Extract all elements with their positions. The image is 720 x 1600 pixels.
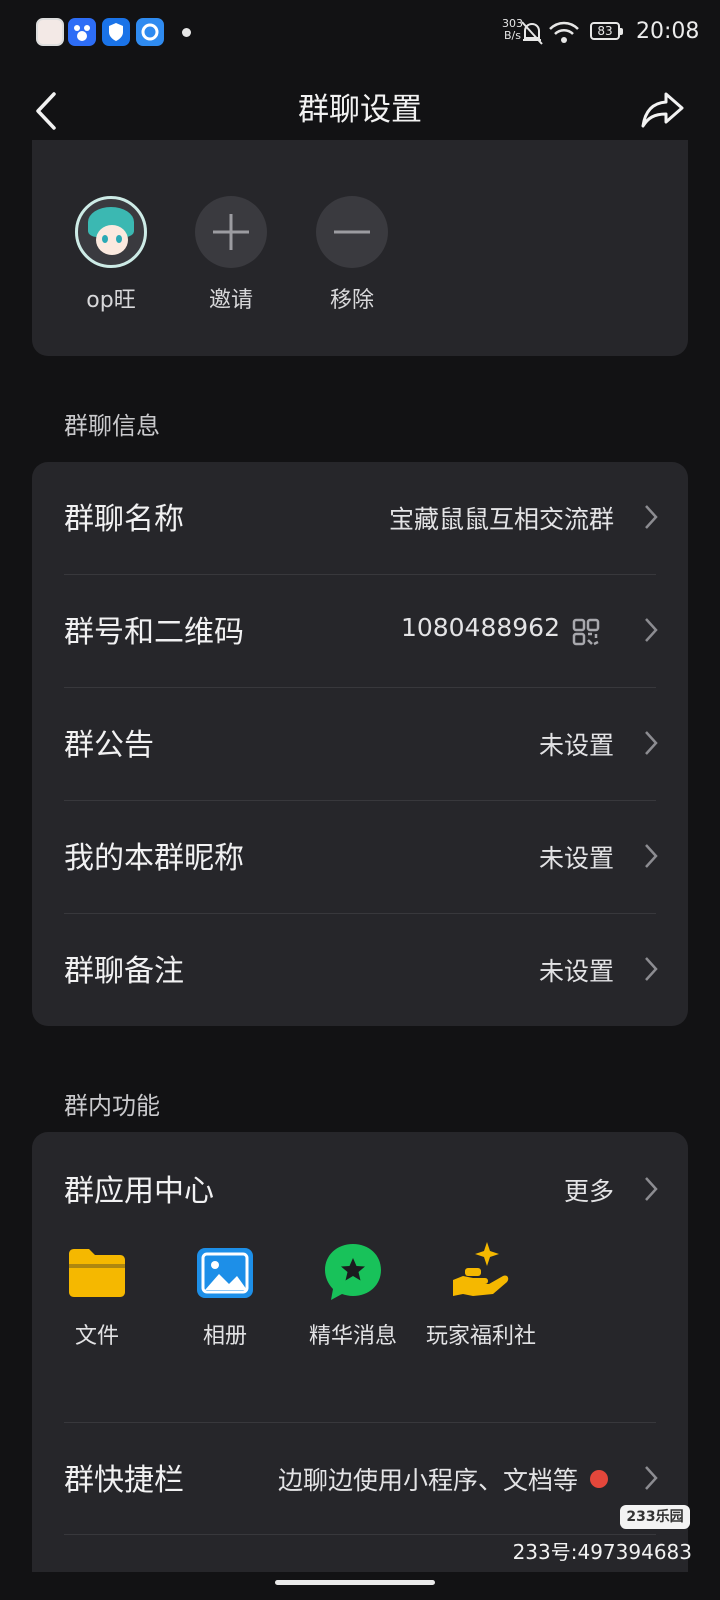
app-label: 玩家福利社	[426, 1324, 537, 1349]
row-group-name[interactable]: 群聊名称 宝藏鼠鼠互相交流群	[32, 462, 688, 572]
app-label: 精华消息	[308, 1324, 397, 1349]
folder-icon	[65, 1240, 129, 1304]
section-title-group-info: 群聊信息	[64, 412, 160, 440]
wifi-icon	[549, 21, 579, 43]
chevron-right-icon	[645, 505, 658, 529]
row-group-number-qr[interactable]: 群号和二维码 1080488962	[32, 575, 688, 685]
member-name: op旺	[86, 288, 136, 313]
app-grid: 文件 相册 精华消息 玩家福利社	[32, 1240, 688, 1370]
row-value: 宝藏鼠鼠互相交流群	[388, 505, 614, 534]
battery-indicator: 83	[590, 22, 623, 40]
app-icon-browser	[136, 18, 164, 46]
app-icon-shield	[102, 18, 130, 46]
minus-icon	[316, 196, 388, 268]
row-label: 群号和二维码	[64, 615, 244, 650]
app-files[interactable]: 文件	[42, 1240, 152, 1350]
divider	[64, 1534, 656, 1535]
red-dot-badge	[590, 1470, 608, 1488]
row-value: 边聊边使用小程序、文档等	[277, 1466, 578, 1495]
chevron-right-icon	[645, 844, 658, 868]
app-icon-baidu	[68, 18, 96, 46]
home-indicator[interactable]	[275, 1580, 435, 1585]
row-label: 群快捷栏	[64, 1463, 184, 1498]
status-bar: 303 B/s 83 20:08	[0, 0, 720, 66]
row-value: 未设置	[538, 844, 614, 873]
row-label: 群应用中心	[64, 1174, 214, 1209]
share-icon[interactable]	[638, 84, 688, 134]
watermark-logo: 233乐园	[620, 1505, 690, 1529]
invite-button[interactable]: 邀请	[176, 196, 286, 314]
app-icon-avatar	[36, 18, 64, 46]
notification-dot	[182, 28, 191, 37]
app-album[interactable]: 相册	[170, 1240, 280, 1350]
watermark-id: 233号:497394683	[512, 1540, 692, 1564]
remove-button[interactable]: 移除	[297, 196, 407, 314]
plus-icon	[195, 196, 267, 268]
row-value: 1080488962	[400, 613, 560, 642]
photo-icon	[193, 1240, 257, 1304]
row-group-announcement[interactable]: 群公告 未设置	[32, 688, 688, 798]
more-link: 更多	[563, 1177, 614, 1206]
row-group-remark[interactable]: 群聊备注 未设置	[32, 914, 688, 1024]
row-label: 群公告	[64, 728, 154, 763]
qr-code-icon	[572, 618, 600, 646]
row-label: 群聊名称	[64, 502, 184, 537]
page-title: 群聊设置	[298, 92, 422, 128]
row-label: 群聊备注	[64, 954, 184, 989]
status-time: 20:08	[636, 19, 700, 44]
row-app-center[interactable]: 群应用中心 更多	[32, 1134, 688, 1244]
chevron-right-icon	[645, 1466, 658, 1490]
app-player-welfare[interactable]: 玩家福利社	[426, 1240, 536, 1350]
app-essence-messages[interactable]: 精华消息	[298, 1240, 408, 1350]
invite-label: 邀请	[208, 288, 253, 313]
avatar	[75, 196, 147, 268]
gift-hand-icon	[449, 1240, 513, 1304]
member-item[interactable]: op旺	[56, 196, 166, 314]
chevron-right-icon	[645, 957, 658, 981]
members-card: op旺 邀请 移除	[32, 140, 688, 356]
row-value: 未设置	[538, 957, 614, 986]
row-shortcut-bar[interactable]: 群快捷栏 边聊边使用小程序、文档等	[32, 1423, 688, 1533]
row-label: 我的本群昵称	[64, 841, 244, 876]
star-chat-icon	[321, 1240, 385, 1304]
row-value: 未设置	[538, 731, 614, 760]
section-title-group-features: 群内功能	[64, 1092, 160, 1120]
chevron-right-icon	[645, 731, 658, 755]
chevron-right-icon	[645, 618, 658, 642]
bell-off-icon	[521, 21, 543, 45]
chevron-right-icon	[645, 1177, 658, 1201]
remove-label: 移除	[329, 288, 374, 313]
app-label: 相册	[202, 1324, 247, 1349]
row-my-group-nickname[interactable]: 我的本群昵称 未设置	[32, 801, 688, 911]
app-label: 文件	[74, 1324, 119, 1349]
